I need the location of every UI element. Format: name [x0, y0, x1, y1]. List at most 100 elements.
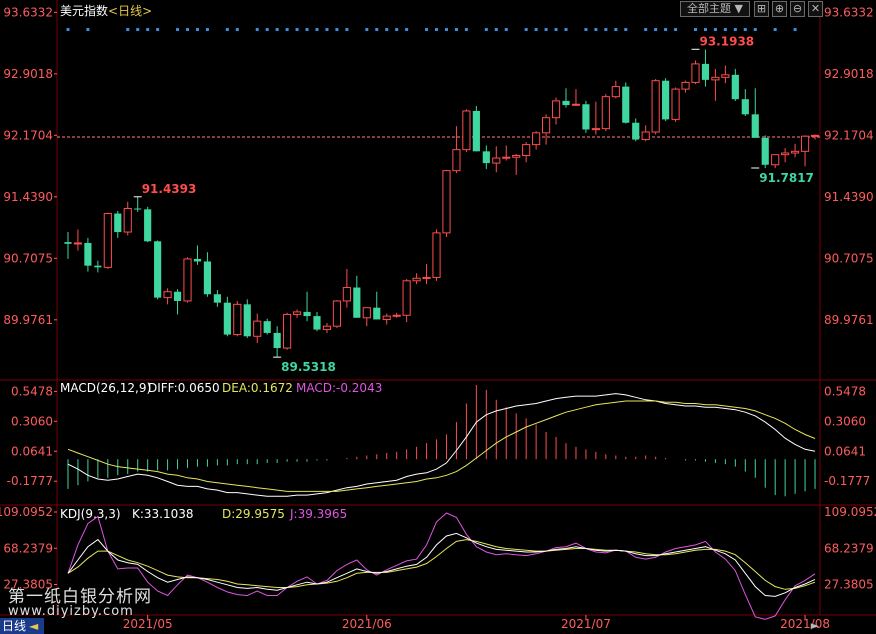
candle-body-up [253, 320, 262, 337]
macd-tick-label-right: 0.0641 [824, 444, 866, 458]
signal-dot [335, 28, 339, 31]
candle-body-up [810, 134, 820, 137]
chart-canvas[interactable]: 93.6332 93.6332 92.9018 92.9018 92.1704 92.17… [0, 0, 876, 634]
candle-body-down [173, 291, 182, 301]
zoom-in-icon[interactable]: ⊕ [772, 1, 787, 17]
candle-body-up [651, 80, 660, 133]
macd-tick-label-left: 0.5478 [11, 384, 53, 398]
signal-dot [644, 28, 648, 31]
macd-tick-label-left: -0.1777 [7, 474, 53, 488]
signal-dot [205, 28, 209, 31]
signal-dot [703, 28, 707, 31]
price-tick-label-right: 92.9018 [824, 67, 874, 81]
candle-body-up [462, 110, 471, 151]
signal-dot [614, 28, 618, 31]
kdj-legend-label: J:39.3965 [289, 507, 347, 521]
close-icon[interactable]: ✕ [808, 1, 823, 17]
candle-body-up [322, 325, 332, 331]
candle-body-down [482, 151, 490, 164]
candle-body-up [392, 314, 401, 317]
kdj-tick-label-left: 109.0952 [0, 505, 53, 519]
period-tab[interactable]: 日线 ◄ [0, 618, 44, 634]
period-label: <日线> [108, 4, 153, 18]
macd-legend-label: MACD:-0.2043 [296, 381, 382, 395]
crosshair-icon[interactable]: ⊞ [754, 1, 769, 17]
signal-dot [664, 28, 668, 31]
signal-dot [186, 28, 190, 31]
macd-legend-label: MACD(26,12,9) [60, 381, 151, 395]
signal-dot [136, 28, 140, 31]
candle-body-up [781, 152, 790, 156]
candle-body-down [662, 80, 670, 120]
candle-body-up [452, 149, 461, 172]
period-tab-label: 日线 [2, 619, 27, 633]
kdj-legend-label: KDJ(9,3,3) [60, 507, 121, 521]
x-tick-label: 2021/05 [123, 617, 173, 631]
signal-dot [494, 28, 498, 31]
candle-body-up [800, 135, 810, 152]
candle-body-up [681, 81, 690, 90]
signal-dot [723, 28, 727, 31]
signal-dot [66, 28, 70, 31]
signal-dot [484, 28, 488, 31]
signal-dot [464, 28, 468, 31]
signal-dot [793, 28, 797, 31]
scroll-right-icon[interactable]: ► [808, 618, 822, 634]
signal-dot [385, 28, 389, 31]
price-tick-label-left: 90.7075 [3, 251, 53, 265]
signal-dot [654, 28, 658, 31]
kdj-legend-label: K:33.1038 [132, 507, 194, 521]
candle-body-down [582, 104, 590, 130]
macd-legend-label: DEA:0.1672 [222, 381, 293, 395]
signal-dot [504, 28, 508, 31]
signal-dot [325, 28, 329, 31]
price-tick-label-left: 92.9018 [3, 67, 53, 81]
price-tick-label-right: 92.1704 [824, 128, 874, 142]
candle-body-down [741, 99, 749, 115]
chart-window: 93.6332 93.6332 92.9018 92.9018 92.1704 92.17… [0, 0, 876, 634]
macd-dea-line [67, 400, 816, 492]
signal-dot [405, 28, 409, 31]
candle-body-up [591, 128, 600, 131]
candle-body-up [332, 300, 342, 327]
kdj-j-line [67, 512, 816, 620]
macd-tick-label-left: 0.0641 [11, 444, 53, 458]
signal-dot [773, 28, 777, 31]
candle-body-down [313, 316, 321, 330]
candle-body-up [412, 277, 421, 282]
x-tick-label: 2021/07 [561, 617, 611, 631]
x-tick-label: 2021/08 [780, 617, 830, 631]
candle-body-down [622, 86, 630, 123]
candle-body-up [402, 280, 411, 316]
candle-body-up [541, 117, 551, 134]
candle-body-down [64, 242, 72, 244]
price-tick-label-left: 93.6332 [3, 5, 53, 19]
main-chart-select[interactable]: 全部主题 ▼ [680, 1, 750, 17]
low-label: 89.5318 [281, 360, 336, 374]
candle-body-up [342, 287, 351, 302]
candle-body-up [601, 96, 610, 130]
candle-body-down [84, 242, 92, 266]
x-tick-label: 2021/06 [342, 617, 392, 631]
candle-body-up [123, 207, 132, 233]
candle-body-up [522, 144, 531, 157]
price-tick-label-right: 90.7075 [824, 251, 874, 265]
kdj-k-line [67, 532, 816, 597]
zoom-out-icon[interactable]: ⊖ [790, 1, 805, 17]
candle-body-down [203, 261, 212, 295]
low-label: 91.7817 [759, 171, 814, 185]
signal-dot [534, 28, 538, 31]
candle-body-up [442, 170, 451, 234]
candle-body-up [671, 88, 680, 120]
signal-dot [395, 28, 399, 31]
candle-body-up [362, 307, 371, 319]
candle-body-down [751, 114, 759, 138]
signal-dot [544, 28, 548, 31]
signal-dot [425, 28, 429, 31]
candle-body-up [711, 76, 720, 81]
price-tick-label-right: 93.6332 [824, 5, 874, 19]
signal-dot [285, 28, 289, 31]
candle-body-down [562, 100, 570, 106]
kdj-tick-label-right: 27.3805 [824, 578, 874, 592]
candle-body-down [373, 307, 381, 320]
